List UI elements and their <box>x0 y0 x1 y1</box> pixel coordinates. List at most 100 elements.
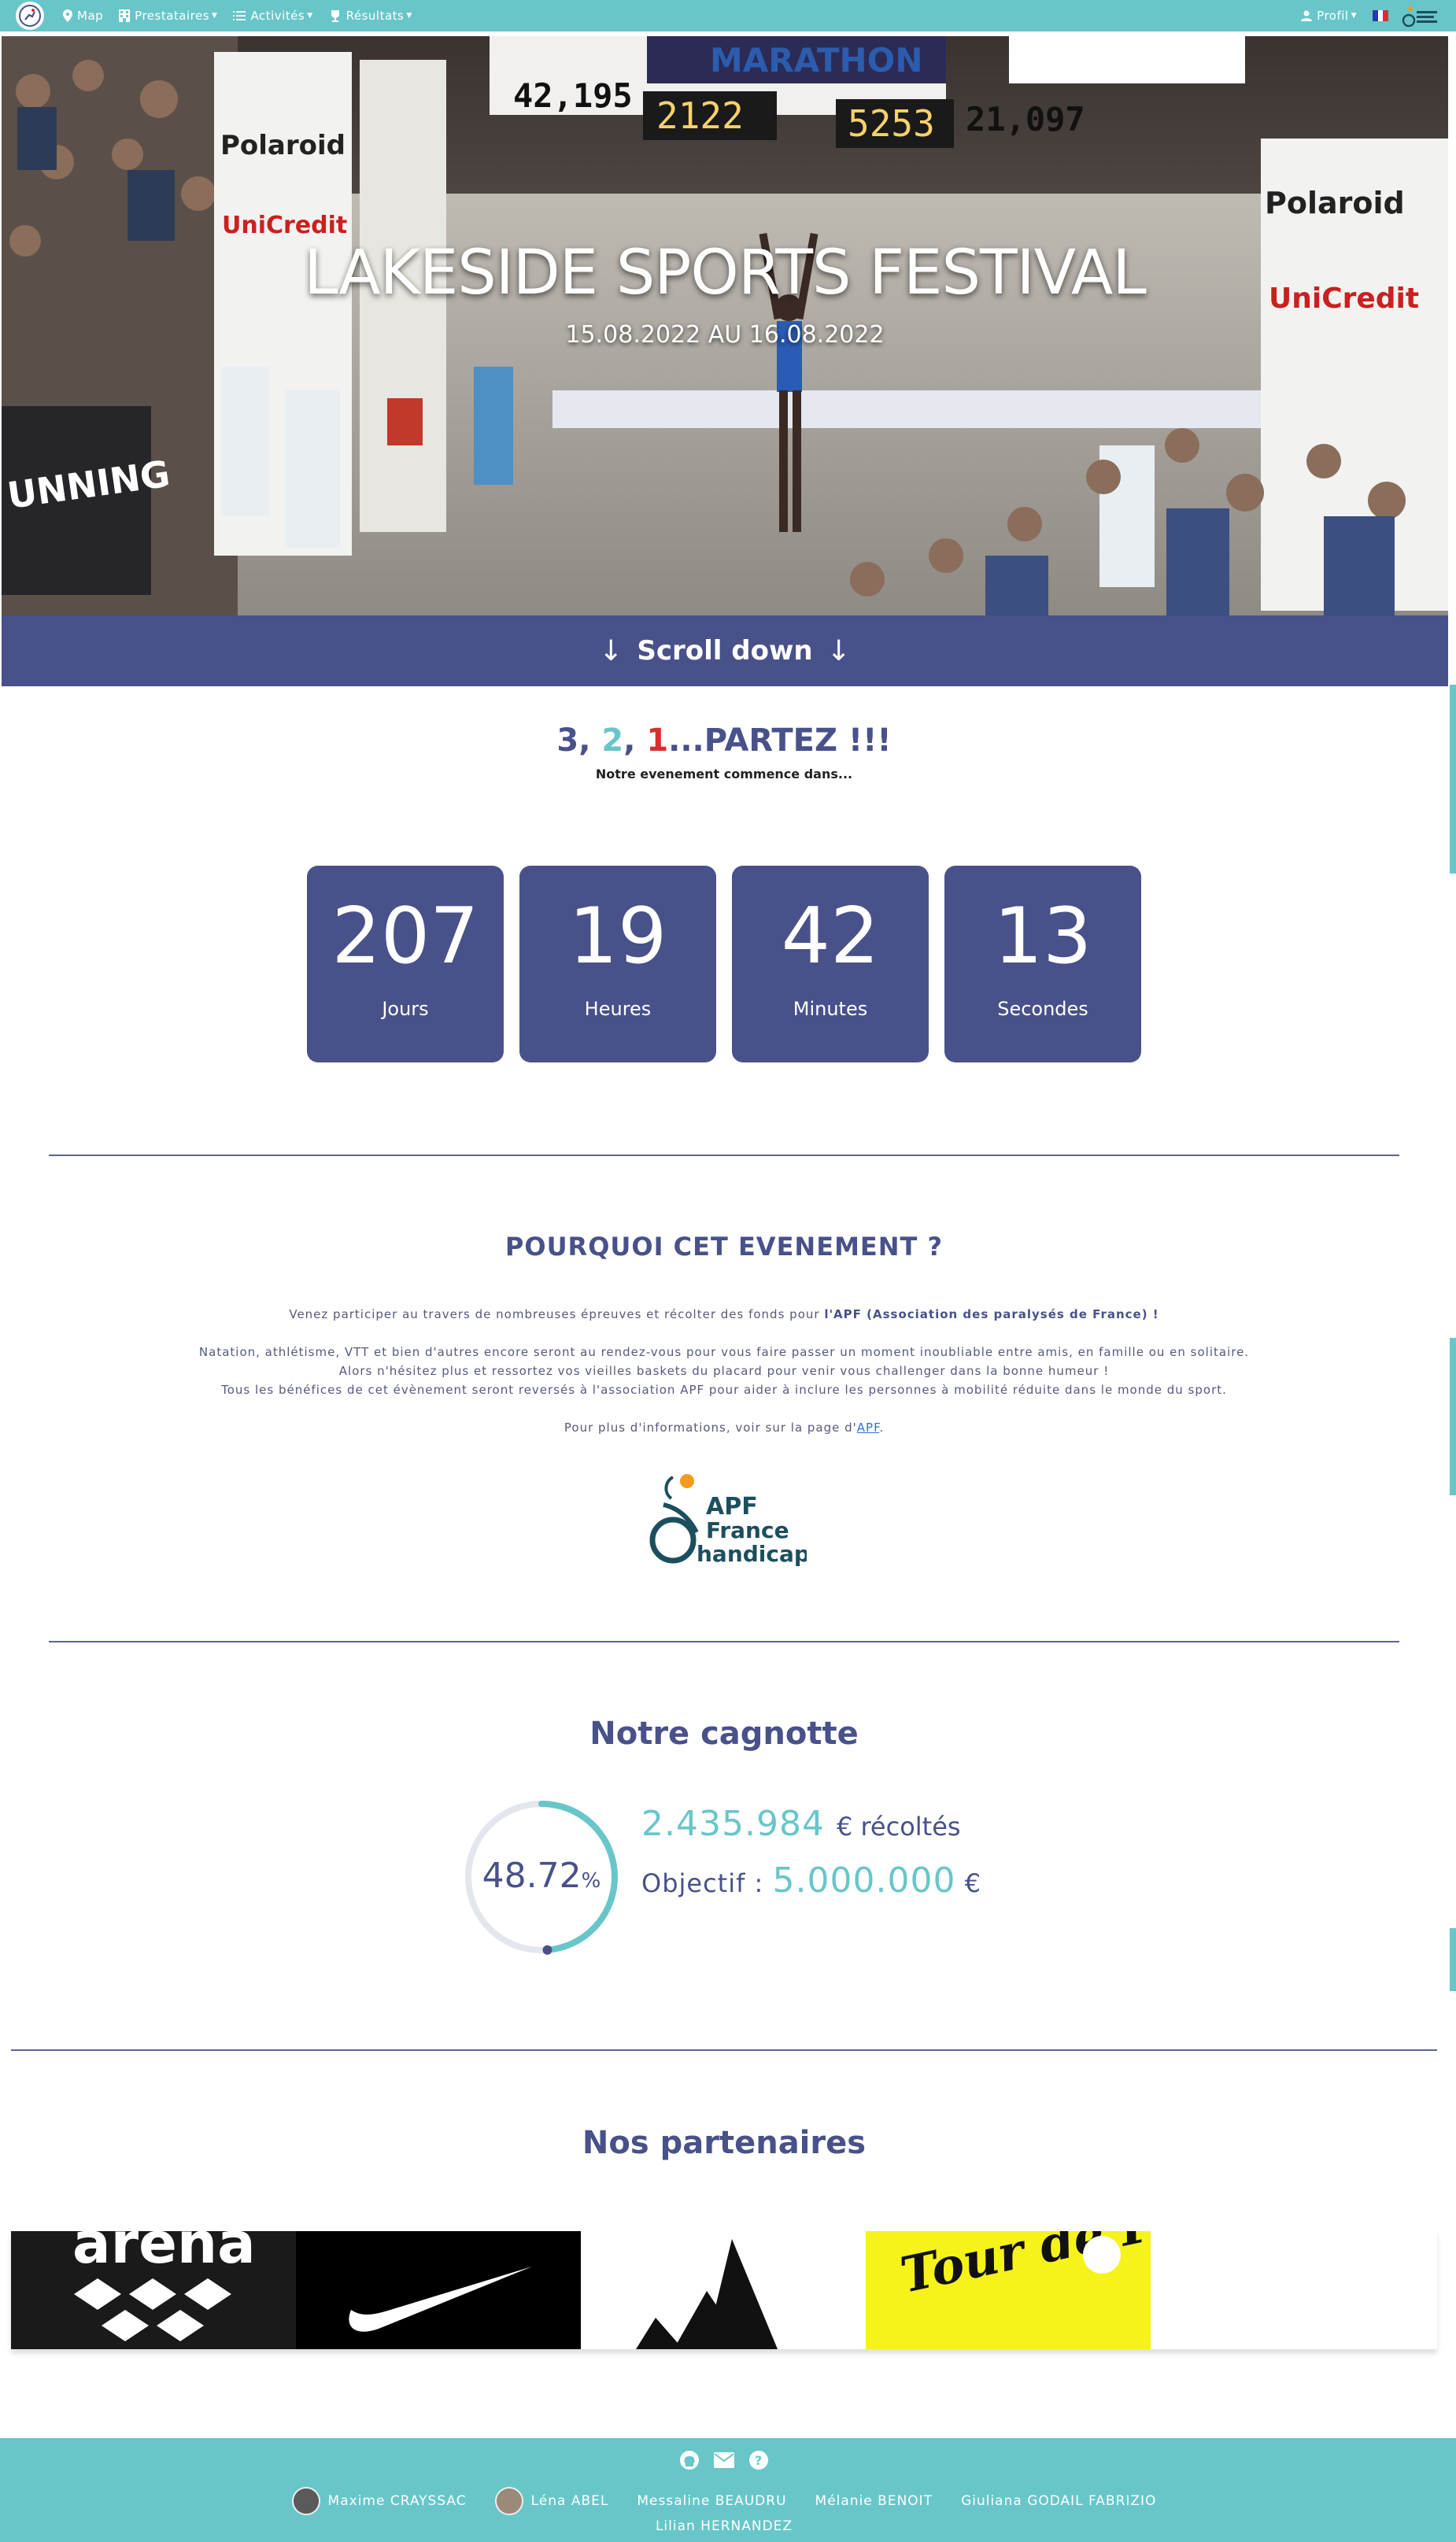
countdown-boxes: 207 Jours 19 Heures 42 Minutes 13 Secondes <box>307 866 1141 1062</box>
apf-france-handicap-logo: APF France handicap <box>649 1474 807 1567</box>
goal-label: Objectif : <box>641 1868 764 1898</box>
countdown-subtitle: Notre evenement commence dans... <box>595 767 853 781</box>
svg-text:Polaroid: Polaroid <box>220 130 346 161</box>
side-scroll-marker <box>1450 1928 1456 1991</box>
amount-raised: 2.435.984 € récoltés <box>641 1804 961 1844</box>
partners-title: Nos partenaires <box>582 2125 867 2161</box>
apf-logo-line-2: France <box>706 1517 789 1543</box>
why-line-2: Natation, athlétisme, VTT et bien d'autr… <box>198 1345 1250 1359</box>
countdown-value: 19 <box>568 892 667 981</box>
goal-currency: € <box>964 1868 981 1898</box>
svg-text:42,195: 42,195 <box>513 76 633 115</box>
trophy-icon <box>329 9 342 22</box>
why-more-info-prefix: Pour plus d'informations, voir sur la pa… <box>564 1421 857 1435</box>
author-name: Maxime CRAYSSAC <box>327 2493 467 2509</box>
countdown-seconds: 13 Secondes <box>944 866 1141 1062</box>
nav-prestataires[interactable]: Prestataires ▼ <box>119 9 217 23</box>
why-more-info-suffix: . <box>879 1421 885 1435</box>
countdown-title-sep: , <box>578 722 602 759</box>
author-name: Giuliana GODAIL FABRIZIO <box>961 2493 1157 2509</box>
event-title: LAKESIDE SPORTS FESTIVAL <box>304 238 1147 309</box>
countdown-days: 207 Jours <box>307 866 504 1062</box>
nav-right: Profil ▼ <box>1301 3 1440 28</box>
section-divider <box>49 1155 1399 1156</box>
nav-resultats[interactable]: Résultats ▼ <box>329 9 412 23</box>
author-name: Mélanie BENOIT <box>815 2493 933 2509</box>
author-name: Léna ABEL <box>530 2493 609 2509</box>
avatar <box>494 2487 523 2515</box>
nav-map-label: Map <box>77 9 104 23</box>
apf-link[interactable]: APF <box>857 1421 880 1435</box>
nike-logo[interactable] <box>296 2231 581 2349</box>
side-scroll-marker <box>1450 1338 1456 1495</box>
side-scroll-marker <box>1450 685 1456 874</box>
runner-logo-icon <box>19 5 41 27</box>
author-link[interactable]: Mélanie BENOIT <box>815 2493 933 2509</box>
svg-text:MARATHON: MARATHON <box>710 41 923 79</box>
countdown-unit-label: Jours <box>382 997 429 1020</box>
chevron-down-icon: ▼ <box>1351 12 1357 20</box>
chevron-down-icon: ▼ <box>307 12 313 20</box>
countdown-title: 3, 2, 1...PARTEZ !!! <box>0 722 1448 759</box>
scroll-down-button[interactable]: ↓ Scroll down ↓ <box>2 615 1448 686</box>
help-icon[interactable]: ? <box>748 2449 770 2471</box>
why-title: POURQUOI CET EVENEMENT ? <box>504 1232 944 1262</box>
mail-icon[interactable] <box>713 2449 735 2471</box>
nav-resultats-label: Résultats <box>346 9 405 23</box>
author-link[interactable]: Giuliana GODAIL FABRIZIO <box>961 2493 1156 2509</box>
countdown-title-3: 3 <box>556 722 579 759</box>
partners-carousel[interactable]: arena Tour de France <box>11 2231 1437 2349</box>
countdown-title-go: ...PARTEZ !!! <box>668 722 892 759</box>
footer-icons: ? <box>0 2449 1448 2471</box>
arena-wordmark: arena <box>72 2231 256 2276</box>
list-icon <box>233 10 246 21</box>
chevron-down-icon: ▼ <box>212 12 218 20</box>
author-link[interactable]: Maxime CRAYSSAC <box>291 2487 467 2515</box>
adidas-logo[interactable] <box>581 2231 866 2349</box>
why-line-3: Alors n'hésitez plus et ressortez vos vi… <box>338 1364 1110 1378</box>
arrow-down-icon: ↓ <box>599 634 623 667</box>
arena-logo[interactable]: arena <box>11 2231 296 2349</box>
countdown-value: 207 <box>331 892 479 981</box>
countdown-title-2: 2 <box>601 722 624 759</box>
tour-de-france-logo[interactable]: Tour de France <box>866 2231 1151 2349</box>
author-link[interactable]: Léna ABEL <box>494 2487 609 2515</box>
home-logo[interactable] <box>16 2 44 30</box>
progress-percent: 48.72% <box>463 1856 620 1896</box>
adidas-stripes-icon <box>636 2239 778 2349</box>
nike-swoosh-icon <box>349 2267 532 2332</box>
chevron-down-icon: ▼ <box>406 12 412 20</box>
countdown-title-1: 1 <box>646 722 669 759</box>
arrow-down-icon: ↓ <box>826 634 851 667</box>
nav-map[interactable]: Map <box>63 9 103 23</box>
countdown-hours: 19 Heures <box>519 866 716 1062</box>
github-icon[interactable] <box>678 2449 700 2471</box>
author-link[interactable]: Lilian HERNANDEZ <box>0 2518 1448 2534</box>
svg-text:5253: 5253 <box>848 102 935 145</box>
goal-value: 5.000.000 <box>772 1860 956 1901</box>
map-pin-icon <box>63 9 72 22</box>
countdown-unit-label: Secondes <box>997 997 1088 1020</box>
apf-small-logo-icon[interactable] <box>1399 3 1440 28</box>
nav-profil-label: Profil <box>1317 9 1349 23</box>
goal-amount: Objectif : 5.000.000 € <box>641 1860 981 1901</box>
nav-activites[interactable]: Activités ▼ <box>233 9 312 23</box>
countdown-unit-label: Heures <box>584 997 652 1020</box>
svg-text:21,097: 21,097 <box>966 100 1085 139</box>
countdown-value: 42 <box>781 892 880 981</box>
arena-diamonds-icon: arena <box>72 2231 256 2341</box>
svg-text:UniCredit: UniCredit <box>222 212 347 239</box>
france-flag-icon[interactable] <box>1373 10 1389 21</box>
navbar: Map Prestataires ▼ Activités ▼ Résultats ▼ … <box>0 0 1456 31</box>
author-name: Messaline BEAUDRU <box>637 2493 787 2509</box>
building-icon <box>119 9 131 22</box>
user-icon <box>1301 10 1313 21</box>
avatar <box>291 2487 320 2515</box>
svg-text:Polaroid: Polaroid <box>1265 186 1405 220</box>
progress-ring-marker <box>542 1945 552 1955</box>
nav-profil[interactable]: Profil ▼ <box>1301 9 1357 23</box>
countdown-title-sep: , <box>623 722 647 759</box>
partner-slot-empty <box>1151 2231 1436 2349</box>
section-divider <box>49 1641 1399 1642</box>
author-link[interactable]: Messaline BEAUDRU <box>637 2493 786 2509</box>
